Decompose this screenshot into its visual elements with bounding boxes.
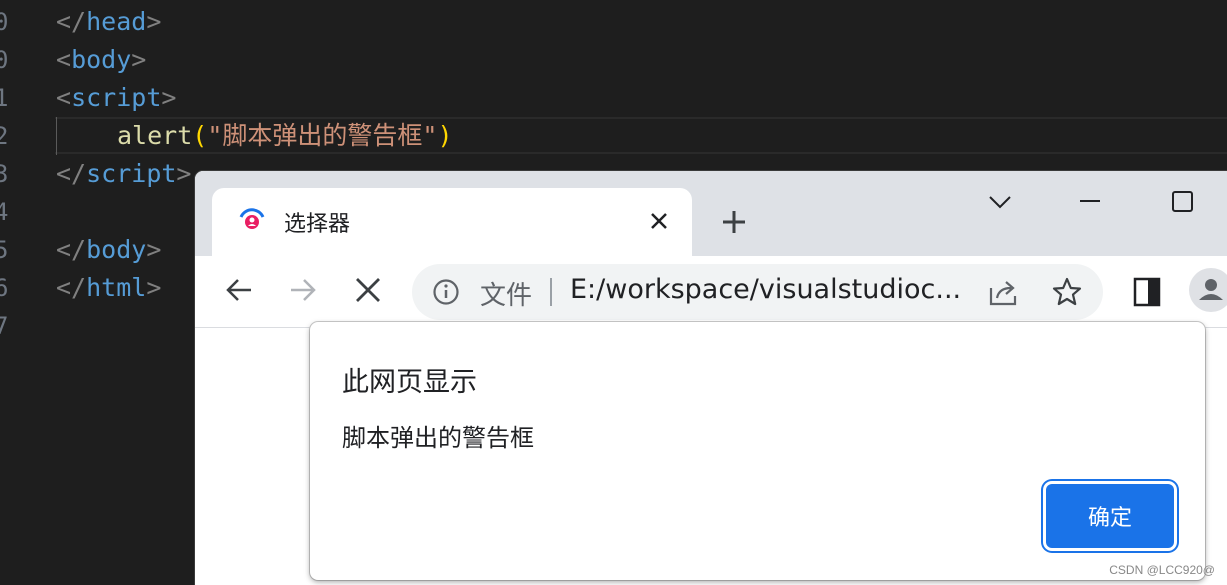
line-number: 1: [0, 84, 9, 112]
info-icon[interactable]: [432, 278, 460, 306]
alert-dialog: 此网页显示 脚本弹出的警告框 确定: [310, 322, 1205, 580]
browser-tab[interactable]: 选择器: [212, 188, 692, 256]
scheme-label: 文件: [480, 281, 533, 311]
code-line-alert[interactable]: alert("脚本弹出的警告框"): [117, 117, 453, 155]
maximize-icon[interactable]: [1162, 187, 1202, 217]
line-number: 6: [0, 274, 9, 302]
line-number: 3: [0, 160, 9, 188]
stop-loading-icon[interactable]: [350, 272, 386, 308]
dialog-message: 脚本弹出的警告框: [342, 424, 534, 452]
new-tab-icon[interactable]: [717, 205, 751, 239]
person-icon: [1199, 279, 1223, 300]
bookmark-star-icon[interactable]: [1051, 276, 1083, 308]
favicon-icon: [239, 208, 265, 229]
omnibox-divider: [550, 278, 552, 306]
code-line-head-close[interactable]: </head>: [56, 3, 161, 41]
side-panel-icon[interactable]: [1133, 276, 1161, 308]
line-number: 4: [0, 198, 9, 226]
forward-arrow-icon[interactable]: [285, 272, 321, 308]
line-number: 0: [0, 8, 9, 36]
browser-toolbar: 文件 E:/workspace/visualstudioc...: [195, 256, 1227, 328]
watermark: CSDN @LCC920@: [1109, 563, 1215, 577]
code-line-script-open[interactable]: <script>: [56, 79, 176, 117]
code-line-body-close[interactable]: </body>: [56, 231, 161, 269]
ok-button[interactable]: 确定: [1046, 484, 1174, 548]
code-line-html-close[interactable]: </html>: [56, 269, 161, 307]
line-number: 2: [0, 122, 9, 150]
back-arrow-icon[interactable]: [221, 272, 257, 308]
code-line-script-close[interactable]: </script>: [56, 155, 191, 193]
close-tab-icon[interactable]: [644, 206, 674, 236]
minimize-icon[interactable]: [1070, 187, 1110, 217]
line-number: 5: [0, 236, 9, 264]
address-bar[interactable]: 文件 E:/workspace/visualstudioc...: [412, 264, 1103, 320]
line-number: 0: [0, 46, 9, 74]
dialog-title: 此网页显示: [342, 367, 477, 398]
tab-title: 选择器: [284, 212, 351, 237]
share-icon[interactable]: [987, 276, 1021, 308]
code-line-body-open[interactable]: <body>: [56, 41, 146, 79]
profile-avatar[interactable]: [1189, 268, 1227, 312]
tab-search-chevron-icon[interactable]: [980, 187, 1020, 217]
line-number: 7: [0, 312, 9, 340]
url-text[interactable]: E:/workspace/visualstudioc...: [570, 274, 961, 305]
tab-strip: 选择器: [195, 171, 1227, 256]
indent-guide: [56, 117, 57, 155]
